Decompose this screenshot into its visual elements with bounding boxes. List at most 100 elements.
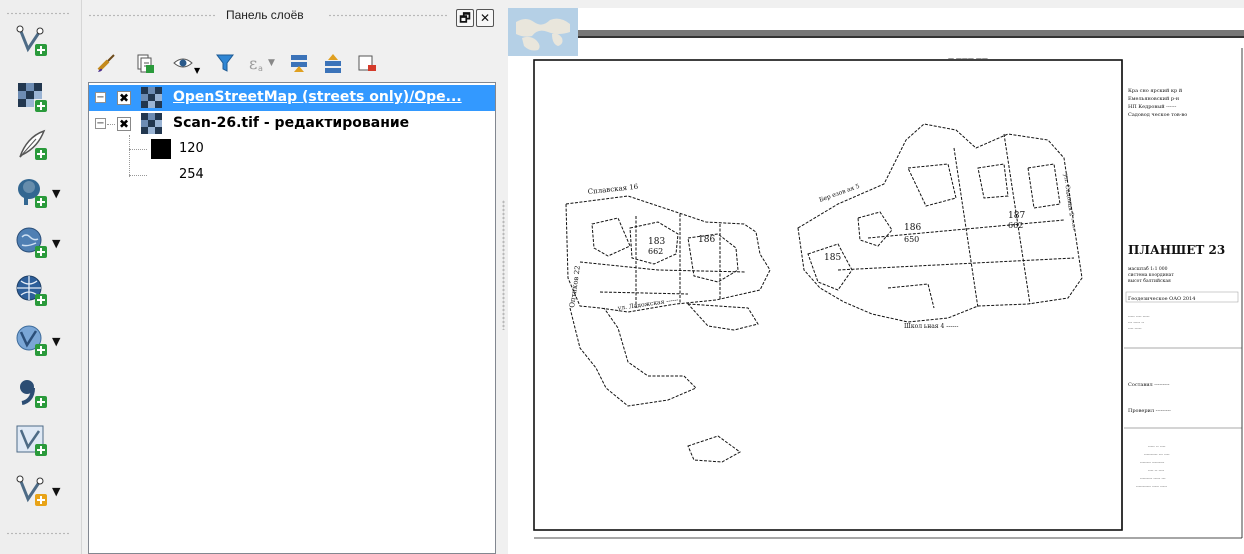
filter-by-expression-button[interactable]: ε a ▼ bbox=[246, 50, 275, 76]
expand-all-icon bbox=[291, 55, 307, 72]
expression-icon: ε a bbox=[249, 54, 263, 73]
remove-layer-button[interactable] bbox=[356, 50, 378, 76]
dropdown-arrow-icon[interactable]: ▼ bbox=[52, 485, 60, 498]
data-source-toolbar: ▼ ▼ ▼ ▼ bbox=[0, 0, 82, 554]
add-wms-layer-button[interactable]: ▼ bbox=[14, 224, 70, 262]
legend-swatch bbox=[151, 139, 171, 159]
svg-text:ул. Садовая 2 ------: ул. Садовая 2 ------ bbox=[1062, 173, 1077, 231]
layer-row-osm[interactable]: − ✖ OpenStreetMap (streets only)/Ope... bbox=[89, 85, 495, 111]
add-delimited-text-layer-button[interactable] bbox=[14, 374, 70, 412]
svg-text:ул. Ладожская ------: ул. Ладожская ------ bbox=[617, 297, 679, 312]
add-raster-layer-button[interactable] bbox=[14, 78, 70, 116]
legend-label: 120 bbox=[179, 141, 204, 156]
eye-icon bbox=[173, 58, 193, 68]
toolbar-grip[interactable] bbox=[6, 532, 70, 535]
splitter-grip bbox=[502, 200, 505, 330]
layer-name[interactable]: OpenStreetMap (streets only)/Ope... bbox=[173, 89, 462, 105]
svg-text:----------- ----- -----: ----------- ----- ----- bbox=[1136, 484, 1168, 489]
add-group-icon bbox=[137, 54, 154, 73]
scratch-layer-icon bbox=[16, 475, 47, 506]
svg-text:Школ ьная 4 ------: Школ ьная 4 ------ bbox=[904, 323, 958, 330]
panel-splitter[interactable] bbox=[500, 0, 508, 554]
parcel-label: 185 bbox=[824, 253, 841, 263]
virtual-layer-icon bbox=[16, 425, 47, 456]
elephant-icon bbox=[18, 179, 47, 208]
globe-vector-icon bbox=[16, 325, 47, 356]
map-canvas[interactable]: — ——— —— Кра сно ярский кр й Емельяновск… bbox=[508, 8, 1244, 554]
svg-text:-------- ---------: -------- --------- bbox=[1140, 460, 1165, 465]
svg-text:---- -----: ---- ----- bbox=[1128, 326, 1142, 331]
dropdown-arrow-icon[interactable]: ▼ bbox=[52, 335, 60, 348]
svg-text:Проверил ---------: Проверил --------- bbox=[1128, 408, 1171, 414]
collapse-all-button[interactable] bbox=[322, 50, 344, 76]
add-wcs-layer-button[interactable] bbox=[14, 272, 70, 310]
svg-text:ε: ε bbox=[249, 54, 257, 73]
title-grip bbox=[328, 14, 448, 17]
svg-text:Оптиков 22: Оптиков 22 bbox=[568, 265, 582, 308]
layer-tree[interactable]: − ✖ OpenStreetMap (streets only)/Ope... … bbox=[88, 82, 496, 554]
collapse-toggle-icon[interactable]: − bbox=[95, 92, 106, 103]
svg-text:--- ----- --: --- ----- -- bbox=[1128, 320, 1145, 325]
new-temporary-scratch-layer-button[interactable]: ▼ bbox=[14, 472, 70, 510]
svg-text:Садовод ческое тов-во: Садовод ческое тов-во bbox=[1128, 112, 1187, 118]
svg-text:---------- --- ----: ---------- --- ---- bbox=[1144, 452, 1170, 457]
scanned-map-sheet: — ——— —— Кра сно ярский кр й Емельяновск… bbox=[508, 8, 1244, 539]
add-wfs-layer-button[interactable]: ▼ bbox=[14, 322, 70, 360]
globe-grid-icon bbox=[16, 275, 47, 306]
svg-text:НП Кедровый ------: НП Кедровый ------ bbox=[1128, 104, 1177, 110]
collapse-all-icon bbox=[325, 54, 341, 73]
add-vector-layer-button[interactable] bbox=[14, 22, 70, 60]
dropdown-arrow-icon[interactable]: ▼ bbox=[194, 66, 200, 75]
feather-icon bbox=[19, 129, 47, 160]
raster-layer-icon bbox=[141, 87, 162, 108]
new-shapefile-layer-button[interactable] bbox=[14, 126, 70, 164]
svg-text:Сплавская 16: Сплавская 16 bbox=[587, 183, 639, 196]
globe-icon bbox=[16, 227, 47, 258]
svg-text:----- -- ----: ----- -- ---- bbox=[1148, 444, 1166, 449]
layer-visibility-checkbox[interactable]: ✖ bbox=[117, 117, 131, 131]
tree-connector bbox=[107, 124, 115, 125]
raster-layer-icon bbox=[141, 113, 162, 134]
svg-text:---- -- ----: ---- -- ---- bbox=[1148, 468, 1165, 473]
svg-text:система координат: система координат bbox=[1128, 273, 1174, 278]
svg-text:масштаб 1:1 000: масштаб 1:1 000 bbox=[1128, 265, 1168, 272]
panel-title: Панель слоёв bbox=[226, 8, 304, 22]
remove-layer-icon bbox=[358, 55, 376, 71]
parcel-cluster-left bbox=[565, 195, 771, 463]
svg-text:a: a bbox=[258, 64, 263, 73]
legend-swatch bbox=[151, 165, 171, 185]
dropdown-arrow-icon[interactable]: ▼ bbox=[268, 58, 275, 68]
layer-visibility-checkbox[interactable]: ✖ bbox=[117, 91, 131, 105]
layers-panel-toolbar: ▼ ε a ▼ bbox=[82, 44, 500, 80]
parcel-label: 186 bbox=[698, 235, 715, 245]
parcel-label: 662 bbox=[1008, 221, 1023, 230]
filter-legend-button[interactable] bbox=[214, 50, 236, 76]
svg-text:Кра сно ярский кр й: Кра сно ярский кр й bbox=[1128, 88, 1183, 94]
layer-name[interactable]: Scan-26.tif - редактирование bbox=[173, 115, 409, 131]
add-group-button[interactable] bbox=[134, 50, 156, 76]
add-virtual-layer-button[interactable] bbox=[14, 422, 70, 460]
svg-text:Составил ---------: Составил --------- bbox=[1128, 382, 1170, 388]
svg-text:— ——— ——: — ——— —— bbox=[948, 55, 988, 62]
svg-text:Геодезическое ОАО 2014: Геодезическое ОАО 2014 bbox=[1128, 296, 1195, 302]
layer-row-scan[interactable]: − ✖ Scan-26.tif - редактирование bbox=[89, 111, 495, 137]
style-layer-button[interactable] bbox=[96, 50, 118, 76]
filter-icon bbox=[216, 54, 234, 72]
title-grip bbox=[88, 14, 216, 17]
svg-text:высот балтийская: высот балтийская bbox=[1128, 277, 1171, 284]
add-postgis-layer-button[interactable]: ▼ bbox=[14, 174, 70, 212]
toolbar-grip[interactable] bbox=[6, 12, 70, 15]
parcel-label: 186 bbox=[904, 223, 921, 233]
manage-visibility-button[interactable]: ▼ bbox=[172, 50, 200, 76]
float-panel-button[interactable]: 🗗 bbox=[456, 9, 474, 27]
collapse-toggle-icon[interactable]: − bbox=[95, 118, 106, 129]
expand-all-button[interactable] bbox=[288, 50, 310, 76]
dropdown-arrow-icon[interactable]: ▼ bbox=[52, 187, 60, 200]
svg-text:----- ---- -----: ----- ---- ----- bbox=[1128, 314, 1150, 319]
panel-title-bar[interactable]: Панель слоёв 🗗 ✕ bbox=[82, 0, 500, 30]
parcel-cluster-right bbox=[797, 123, 1083, 323]
parcel-label: 187 bbox=[1008, 211, 1025, 221]
close-panel-button[interactable]: ✕ bbox=[476, 9, 494, 27]
dropdown-arrow-icon[interactable]: ▼ bbox=[52, 237, 60, 250]
sheet-title: ПЛАНШЕТ 23 bbox=[1128, 243, 1225, 257]
